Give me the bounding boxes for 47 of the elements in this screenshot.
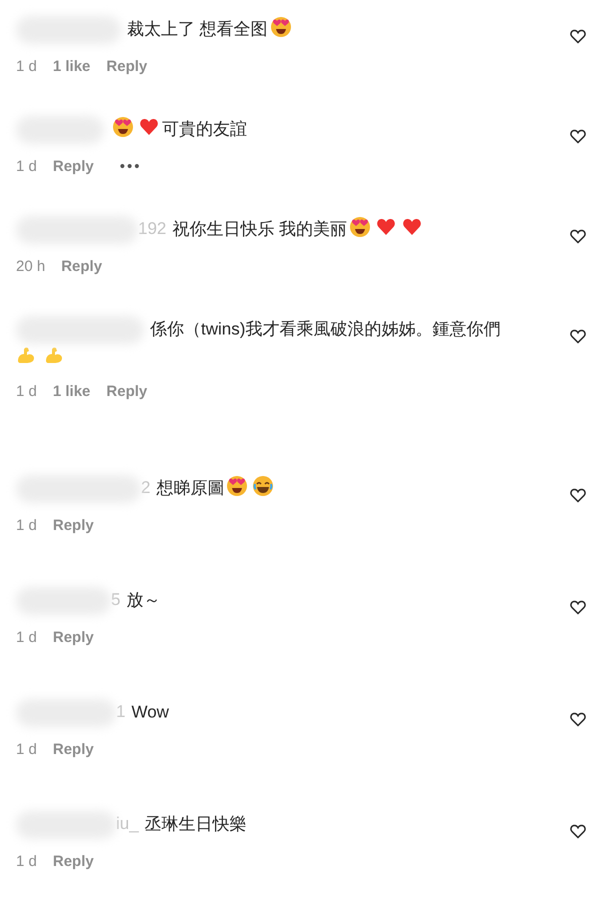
comment-time: 1 d: [16, 156, 37, 177]
heart-icon: [139, 117, 159, 138]
reply-button[interactable]: Reply: [61, 256, 102, 278]
reply-button[interactable]: Reply: [106, 56, 148, 78]
like-heart-icon[interactable]: [570, 129, 586, 144]
likes-count[interactable]: 1 like: [52, 56, 90, 78]
like-heart-icon[interactable]: [570, 600, 586, 615]
like-heart-icon[interactable]: [570, 824, 586, 839]
more-options-button[interactable]: •••: [120, 156, 142, 178]
comment-time: 1 d: [16, 516, 37, 536]
comment-text: Wow: [131, 702, 169, 722]
comment-text: 裁太上了 想看全图: [127, 19, 268, 38]
like-heart-icon[interactable]: [570, 329, 586, 344]
comment-text: 係你（twins)我才看乘風破浪的姊姊。鍾意你們: [150, 319, 500, 338]
heart-eyes-face-icon: [226, 475, 248, 498]
comment-text: 想睇原圖: [156, 478, 224, 498]
reply-button[interactable]: Reply: [106, 380, 148, 404]
username[interactable]: iu_: [116, 814, 139, 834]
likes-count[interactable]: 1 like: [52, 380, 90, 404]
heart-eyes-face-icon: [349, 216, 372, 238]
comment-time: 1 d: [16, 740, 37, 760]
heart-eyes-face-icon: [270, 16, 292, 38]
like-heart-icon[interactable]: [570, 229, 586, 244]
username[interactable]: 192: [138, 219, 166, 238]
heart-icon: [402, 217, 422, 238]
heart-icon: [376, 217, 396, 238]
comment-text: 放～: [126, 590, 160, 610]
comment-time: 1 d: [16, 628, 37, 648]
flexed-arm-icon: [16, 345, 36, 365]
like-heart-icon[interactable]: [570, 712, 586, 727]
reply-button[interactable]: Reply: [52, 156, 94, 178]
comment-time: 1 d: [16, 382, 37, 402]
reply-button[interactable]: Reply: [52, 850, 94, 874]
comment-time: 1 d: [16, 56, 37, 77]
heart-eyes-face-icon: [112, 116, 134, 138]
laughing-face-icon: [252, 475, 274, 498]
reply-button[interactable]: Reply: [52, 514, 94, 538]
reply-button[interactable]: Reply: [52, 738, 94, 762]
comment-text: 丞琳生日快樂: [144, 814, 247, 834]
like-heart-icon[interactable]: [570, 29, 586, 44]
comment-time: 20 h: [16, 256, 46, 277]
reply-button[interactable]: Reply: [52, 626, 94, 650]
like-heart-icon[interactable]: [570, 488, 586, 503]
flexed-arm-icon: [44, 345, 64, 365]
comment-time: 1 d: [16, 852, 37, 872]
comment-text: 祝你生日快乐 我的美丽: [172, 219, 348, 238]
comment-text: 可貴的友誼: [162, 119, 247, 138]
